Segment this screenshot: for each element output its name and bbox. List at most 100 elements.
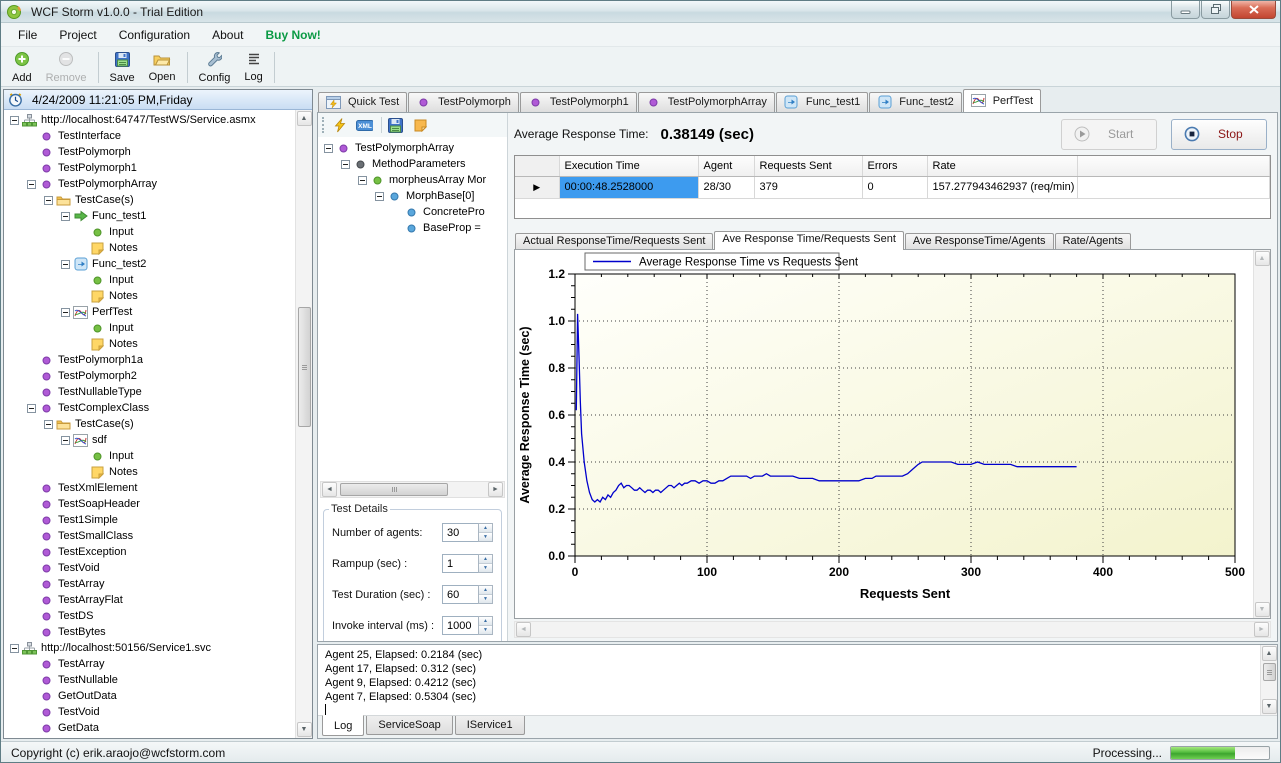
tab-testpolymorpharray[interactable]: TestPolymorphArray	[638, 92, 775, 112]
spin-up-button[interactable]: ▲	[479, 555, 492, 564]
tree-item-testarray[interactable]: TestArray	[4, 576, 295, 592]
scroll-up-button[interactable]: ▲	[1262, 646, 1277, 661]
scroll-right-button[interactable]: ►	[488, 482, 503, 497]
expander-minus[interactable]	[356, 176, 369, 185]
expander-minus[interactable]	[339, 160, 352, 169]
tab-func-test2[interactable]: Func_test2	[869, 92, 961, 112]
scroll-up-button[interactable]: ▲	[1255, 251, 1270, 266]
tree-item-testxmlelement[interactable]: TestXmlElement	[4, 480, 295, 496]
tree-item-sdf[interactable]: sdf	[4, 432, 295, 448]
tree-item-testds[interactable]: TestDS	[4, 608, 295, 624]
menu-item-buy-now[interactable]: Buy Now!	[254, 24, 331, 46]
grid-data-row[interactable]: ▶00:00:48.252800028/303790157.2779434629…	[515, 176, 1270, 198]
tree-item-getdata[interactable]: GetData	[4, 720, 295, 736]
tree-item-notes[interactable]: Notes	[4, 336, 295, 352]
expander-minus[interactable]	[42, 420, 55, 429]
log-scrollbar[interactable]: ▲ ▼	[1260, 645, 1277, 715]
floppy-icon[interactable]	[387, 118, 404, 132]
tree-item-baseprop[interactable]: BaseProp =	[318, 220, 507, 236]
log-tab-log[interactable]: Log	[322, 715, 364, 736]
tab-func-test1[interactable]: Func_test1	[776, 92, 868, 112]
spin-up-button[interactable]: ▲	[479, 617, 492, 626]
remove-button[interactable]: Remove	[39, 49, 94, 86]
menu-item-project[interactable]: Project	[48, 24, 107, 46]
tree-item-input[interactable]: Input	[4, 448, 295, 464]
expander-minus[interactable]	[59, 212, 72, 221]
tree-item-testpolymorph2[interactable]: TestPolymorph2	[4, 368, 295, 384]
tree-item-testcomplexclass[interactable]: TestComplexClass	[4, 400, 295, 416]
field-input[interactable]	[442, 523, 478, 542]
expander-minus[interactable]	[59, 308, 72, 317]
scroll-thumb[interactable]	[298, 307, 311, 427]
scroll-left-button[interactable]: ◄	[322, 482, 337, 497]
grid-cell[interactable]: 28/30	[698, 176, 754, 198]
tree-item-testvoid[interactable]: TestVoid	[4, 704, 295, 720]
tree-item-testinterface[interactable]: TestInterface	[4, 128, 295, 144]
expander-minus[interactable]	[322, 144, 335, 153]
field-input[interactable]	[442, 554, 478, 573]
spin-down-button[interactable]: ▼	[479, 564, 492, 572]
tree-item-testcase-s[interactable]: TestCase(s)	[4, 416, 295, 432]
lightning-icon[interactable]	[331, 118, 348, 132]
tree-item-notes[interactable]: Notes	[4, 240, 295, 256]
grid-cell[interactable]: 00:00:48.2528000	[559, 176, 698, 198]
expander-minus[interactable]	[25, 180, 38, 189]
expander-minus[interactable]	[373, 192, 386, 201]
expander-minus[interactable]	[25, 404, 38, 413]
grid-column-header[interactable]: Rate	[927, 156, 1077, 176]
log-tab-servicesoap[interactable]: ServiceSoap	[366, 716, 452, 735]
tab-testpolymorph1[interactable]: TestPolymorph1	[520, 92, 637, 112]
add-button[interactable]: Add	[5, 49, 39, 86]
minimize-button[interactable]	[1171, 1, 1200, 19]
chart-tab-rate-agents[interactable]: Rate/Agents	[1055, 233, 1132, 249]
tree-item-testpolymorph[interactable]: TestPolymorph	[4, 144, 295, 160]
tree-item-testexception[interactable]: TestException	[4, 544, 295, 560]
tree-item-testpolymorph1a[interactable]: TestPolymorph1a	[4, 352, 295, 368]
tab-perftest[interactable]: PerfTest	[963, 89, 1041, 112]
tree-item-testpolymorph1[interactable]: TestPolymorph1	[4, 160, 295, 176]
save-button[interactable]: Save	[103, 49, 142, 86]
tab-quick-test[interactable]: Quick Test	[318, 92, 407, 112]
tree-item-http-localhost-50156-service1-svc[interactable]: http://localhost:50156/Service1.svc	[4, 640, 295, 656]
close-button[interactable]	[1231, 1, 1276, 19]
scroll-up-button[interactable]: ▲	[297, 111, 312, 126]
tree-item-perftest[interactable]: PerfTest	[4, 304, 295, 320]
tree-item-concretepro[interactable]: ConcretePro	[318, 204, 507, 220]
spin-down-button[interactable]: ▼	[479, 595, 492, 603]
tree-item-testpolymorpharray[interactable]: TestPolymorphArray	[318, 140, 507, 156]
tree-item-testarray[interactable]: TestArray	[4, 656, 295, 672]
chart-tab-actual-responsetime-requests-sent[interactable]: Actual ResponseTime/Requests Sent	[515, 233, 713, 249]
tree-item-func-test1[interactable]: Func_test1	[4, 208, 295, 224]
sidebar-scrollbar[interactable]: ▲ ▼	[295, 110, 312, 738]
title-bar[interactable]: WCF Storm v1.0.0 - Trial Edition	[1, 1, 1280, 23]
tree-item-methodparameters[interactable]: MethodParameters	[318, 156, 507, 172]
tree-item-test1simple[interactable]: Test1Simple	[4, 512, 295, 528]
tree-item-notes[interactable]: Notes	[4, 464, 295, 480]
field-input[interactable]	[442, 616, 478, 635]
tree-item-input[interactable]: Input	[4, 272, 295, 288]
row-selector-icon[interactable]: ▶	[515, 176, 559, 198]
spin-up-button[interactable]: ▲	[479, 524, 492, 533]
parameter-tree-hscrollbar[interactable]: ◄ ►	[320, 481, 505, 498]
scroll-right-button[interactable]: ►	[1254, 622, 1269, 637]
open-button[interactable]: Open	[142, 49, 183, 86]
spin-down-button[interactable]: ▼	[479, 626, 492, 634]
tree-item-testpolymorpharray[interactable]: TestPolymorphArray	[4, 176, 295, 192]
scroll-down-button[interactable]: ▼	[1262, 699, 1277, 714]
tree-item-testvoid[interactable]: TestVoid	[4, 560, 295, 576]
scroll-down-button[interactable]: ▼	[1255, 602, 1270, 617]
grid-column-header[interactable]: Agent	[698, 156, 754, 176]
tree-item-testcase-s[interactable]: TestCase(s)	[4, 192, 295, 208]
tree-item-testnullabletype[interactable]: TestNullableType	[4, 384, 295, 400]
tree-item-notes[interactable]: Notes	[4, 288, 295, 304]
grid-cell[interactable]: 0	[862, 176, 927, 198]
grid-column-header[interactable]: Errors	[862, 156, 927, 176]
tree-item-http-localhost-64747-testws-service-asmx[interactable]: http://localhost:64747/TestWS/Service.as…	[4, 112, 295, 128]
log-button[interactable]: Log	[237, 49, 269, 86]
tree-item-testsmallclass[interactable]: TestSmallClass	[4, 528, 295, 544]
tree-item-getoutdata[interactable]: GetOutData	[4, 688, 295, 704]
chart-tab-ave-responsetime-agents[interactable]: Ave ResponseTime/Agents	[905, 233, 1054, 249]
stop-button[interactable]: Stop	[1171, 119, 1267, 150]
scroll-thumb[interactable]	[1263, 663, 1276, 681]
expander-minus[interactable]	[8, 116, 21, 125]
